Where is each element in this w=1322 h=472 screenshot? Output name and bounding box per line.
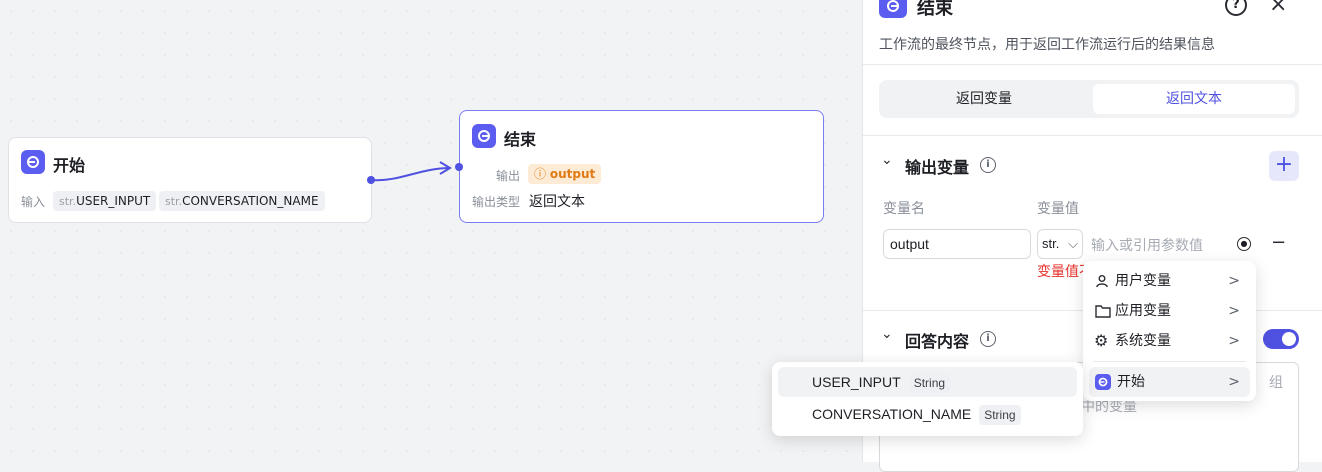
submenu-item-conversation-name[interactable]: CONVERSATION_NAME String bbox=[778, 399, 1077, 429]
start-output-handle[interactable] bbox=[367, 176, 375, 184]
submenu-item-user-input[interactable]: USER_INPUT String bbox=[778, 367, 1077, 397]
gear-icon: ⚙ bbox=[1094, 331, 1109, 350]
variable-value-input[interactable]: 输入或引用参数值 bbox=[1091, 235, 1203, 255]
chevron-down-icon[interactable]: ⌄ bbox=[881, 326, 893, 342]
folder-icon bbox=[1095, 296, 1111, 326]
menu-item-system-variables[interactable]: ⚙ 系统变量 > bbox=[1089, 326, 1250, 356]
answer-section-title: 回答内容 bbox=[905, 332, 970, 351]
menu-item-start[interactable]: 开始 > bbox=[1089, 367, 1250, 397]
answer-toggle[interactable] bbox=[1263, 329, 1299, 349]
tab-return-variables[interactable]: 返回变量 bbox=[883, 84, 1085, 114]
start-input-tag: str.CONVERSATION_NAME bbox=[159, 191, 325, 211]
panel-description: 工作流的最终节点，用于返回工作流运行后的结果信息 bbox=[879, 37, 1215, 53]
remove-variable-button[interactable]: − bbox=[1271, 232, 1286, 253]
start-node-icon bbox=[21, 150, 45, 174]
reference-variable-icon[interactable]: ● bbox=[1237, 237, 1251, 251]
start-input-label: 输入 bbox=[21, 195, 46, 209]
panel-end-icon bbox=[879, 0, 907, 18]
start-node-title: 开始 bbox=[53, 156, 86, 175]
warning-icon: ⓘ bbox=[534, 167, 550, 181]
panel-title: 结束 bbox=[917, 0, 953, 19]
start-variables-submenu: USER_INPUT String CONVERSATION_NAME String bbox=[772, 362, 1083, 436]
end-output-type-value: 返回文本 bbox=[529, 194, 585, 210]
end-output-tag: ⓘ output bbox=[528, 164, 602, 184]
variable-type-select[interactable]: str. ⌵ bbox=[1037, 229, 1083, 259]
end-node[interactable]: 结束 输出 ⓘ output 输出类型 返回文本 bbox=[459, 110, 824, 223]
chevron-down-icon[interactable]: ⌄ bbox=[881, 152, 893, 168]
menu-item-app-variables[interactable]: 应用变量 > bbox=[1089, 296, 1250, 326]
tab-return-text[interactable]: 返回文本 bbox=[1093, 84, 1295, 114]
menu-item-user-variables[interactable]: 用户变量 > bbox=[1089, 266, 1250, 296]
end-input-handle[interactable] bbox=[455, 163, 463, 171]
help-icon[interactable]: ? bbox=[1225, 0, 1247, 16]
edge-path bbox=[370, 167, 451, 182]
start-node-icon bbox=[1095, 374, 1111, 390]
output-section-title: 输出变量 bbox=[905, 158, 970, 177]
variable-name-input[interactable]: output bbox=[883, 229, 1031, 259]
add-variable-button[interactable]: + bbox=[1269, 151, 1299, 181]
edge-connector bbox=[370, 161, 452, 182]
end-node-title: 结束 bbox=[504, 130, 537, 149]
info-icon[interactable]: i bbox=[980, 157, 996, 173]
answer-hint-right: 组 bbox=[1269, 375, 1283, 391]
start-node[interactable]: 开始 输入 str.USER_INPUT str.CONVERSATION_NA… bbox=[8, 137, 372, 223]
menu-divider bbox=[1093, 361, 1246, 362]
chevron-down-icon: ⌵ bbox=[1068, 236, 1078, 251]
chevron-right-icon: > bbox=[1228, 273, 1240, 289]
close-icon[interactable]: × bbox=[1269, 0, 1287, 17]
header-divider bbox=[863, 64, 1322, 65]
end-output-label: 输出 bbox=[496, 169, 521, 183]
chevron-right-icon: > bbox=[1228, 333, 1240, 349]
chevron-right-icon: > bbox=[1228, 374, 1240, 390]
return-mode-segmented: 返回变量 返回文本 bbox=[879, 80, 1299, 118]
user-icon bbox=[1095, 266, 1109, 296]
start-input-tag: str.USER_INPUT bbox=[53, 191, 157, 211]
end-output-type-label: 输出类型 bbox=[472, 195, 521, 209]
variable-source-menu: 用户变量 > 应用变量 > ⚙ 系统变量 > 开始 > bbox=[1083, 261, 1256, 401]
col-variable-value: 变量值 bbox=[1037, 201, 1079, 217]
col-variable-name: 变量名 bbox=[883, 201, 925, 217]
tabs-divider bbox=[863, 135, 1322, 136]
chevron-right-icon: > bbox=[1228, 303, 1240, 319]
end-node-icon bbox=[472, 124, 496, 148]
info-icon[interactable]: i bbox=[980, 331, 996, 347]
